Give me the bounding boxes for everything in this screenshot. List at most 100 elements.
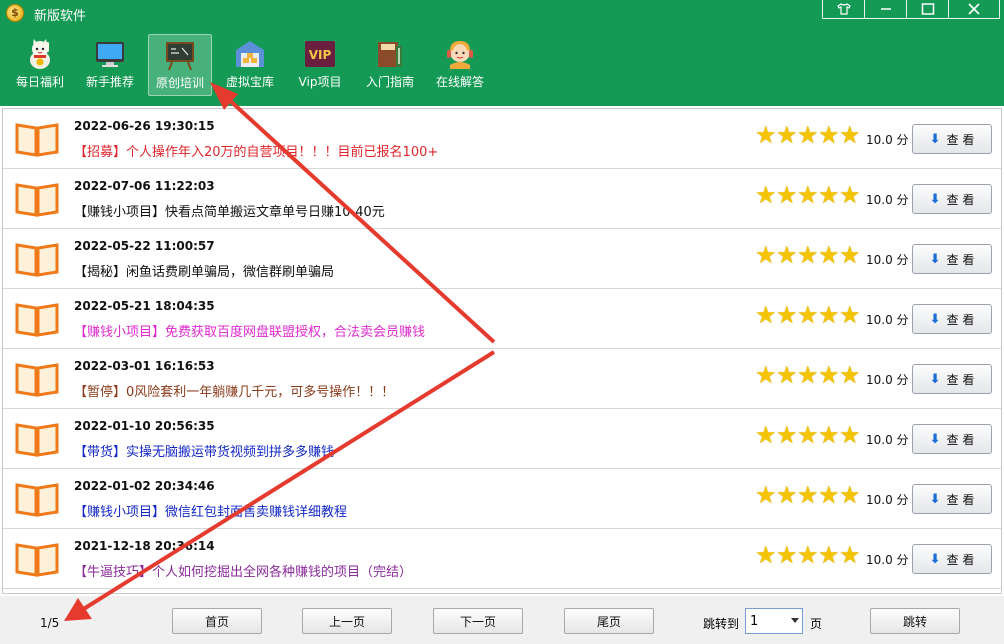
item-date: 2022-01-02 20:34:46 <box>74 479 215 493</box>
item-score: 10.0 分 <box>866 433 909 447</box>
view-button[interactable]: ⬇ 查 看 <box>912 244 992 274</box>
article-list: 2022-06-26 19:30:15 【招募】个人操作年入20万的自营项目！！！… <box>2 108 1002 594</box>
star-icon: ★ <box>797 421 819 449</box>
star-icon: ★ <box>797 361 819 389</box>
star-icon: ★ <box>797 241 819 269</box>
star-icon: ★ <box>755 541 777 569</box>
window-title: 新版软件 <box>34 9 87 24</box>
list-item: 2022-06-26 19:30:15 【招募】个人操作年入20万的自营项目！！！… <box>3 109 1001 169</box>
close-icon[interactable] <box>948 0 1000 19</box>
view-button[interactable]: ⬇ 查 看 <box>912 544 992 574</box>
view-button-label: 查 看 <box>946 252 975 267</box>
rating-stars: ★ ★ ★ ★ ★ <box>755 421 861 449</box>
nav-item-daily-welfare[interactable]: 每日福利 <box>8 34 72 96</box>
jump-button[interactable]: 跳转 <box>870 608 960 634</box>
svg-text:VIP: VIP <box>309 48 332 62</box>
nav-item-original-training[interactable]: 原创培训 <box>148 34 212 96</box>
star-icon: ★ <box>797 541 819 569</box>
open-book-icon <box>15 301 59 337</box>
view-button[interactable]: ⬇ 查 看 <box>912 364 992 394</box>
blackboard-icon <box>164 39 196 71</box>
list-item: 2021-12-18 20:36:14 【牛逼技巧】个人如何挖掘出全网各种赚钱的项… <box>3 529 1001 589</box>
star-icon: ★ <box>797 481 819 509</box>
star-icon: ★ <box>839 481 861 509</box>
view-button[interactable]: ⬇ 查 看 <box>912 424 992 454</box>
nav-item-newbie-recommend[interactable]: 新手推荐 <box>78 34 142 96</box>
first-page-button[interactable]: 首页 <box>172 608 262 634</box>
item-date: 2022-01-10 20:56:35 <box>74 419 215 433</box>
star-icon: ★ <box>839 361 861 389</box>
item-title[interactable]: 【赚钱小项目】快看点简单搬运文章单号日赚10-40元 <box>74 201 385 220</box>
item-title[interactable]: 【赚钱小项目】微信红包封面售卖赚钱详细教程 <box>74 501 347 520</box>
view-button-label: 查 看 <box>946 552 975 567</box>
page-select-value: 1 <box>750 613 759 629</box>
star-icon: ★ <box>839 241 861 269</box>
rating-stars: ★ ★ ★ ★ ★ <box>755 481 861 509</box>
star-icon: ★ <box>755 361 777 389</box>
warehouse-icon <box>234 38 266 70</box>
star-icon: ★ <box>776 541 798 569</box>
star-icon: ★ <box>797 181 819 209</box>
item-score: 10.0 分 <box>866 313 909 327</box>
item-score: 10.0 分 <box>866 373 909 387</box>
download-arrow-icon: ⬇ <box>929 311 941 327</box>
item-title[interactable]: 【揭秘】闲鱼话费刷单骗局，微信群刷单骗局 <box>74 261 334 280</box>
item-title[interactable]: 【牛逼技巧】个人如何挖掘出全网各种赚钱的项目（完结） <box>74 561 412 580</box>
star-icon: ★ <box>818 541 840 569</box>
star-icon: ★ <box>776 121 798 149</box>
nav-item-beginner-guide[interactable]: 入门指南 <box>358 34 422 96</box>
page-select[interactable]: 1 <box>745 608 803 634</box>
download-arrow-icon: ⬇ <box>929 551 941 567</box>
nav-item-virtual-treasury[interactable]: 虚拟宝库 <box>218 34 282 96</box>
star-icon: ★ <box>818 481 840 509</box>
view-button-label: 查 看 <box>946 192 975 207</box>
skin-icon[interactable] <box>822 0 865 19</box>
list-item: 2022-07-06 11:22:03 【赚钱小项目】快看点简单搬运文章单号日赚1… <box>3 169 1001 229</box>
item-score: 10.0 分 <box>866 553 909 567</box>
star-icon: ★ <box>839 181 861 209</box>
download-arrow-icon: ⬇ <box>929 251 941 267</box>
download-arrow-icon: ⬇ <box>929 131 941 147</box>
title-header: $ 新版软件 每日福利 新手推荐 原创培训 虚拟宝库 VIP Vip项目 入门指… <box>0 0 1004 106</box>
maximize-icon[interactable] <box>906 0 949 19</box>
open-book-icon <box>15 121 59 157</box>
star-icon: ★ <box>839 541 861 569</box>
view-button[interactable]: ⬇ 查 看 <box>912 304 992 334</box>
books-icon <box>374 38 406 70</box>
view-button[interactable]: ⬇ 查 看 <box>912 484 992 514</box>
star-icon: ★ <box>818 301 840 329</box>
star-icon: ★ <box>755 481 777 509</box>
view-button-label: 查 看 <box>946 492 975 507</box>
last-page-button[interactable]: 尾页 <box>564 608 654 634</box>
item-date: 2022-06-26 19:30:15 <box>74 119 215 133</box>
view-button[interactable]: ⬇ 查 看 <box>912 124 992 154</box>
nav-label: 在线解答 <box>435 75 484 89</box>
open-book-icon <box>15 541 59 577</box>
star-icon: ★ <box>839 421 861 449</box>
item-title[interactable]: 【招募】个人操作年入20万的自营项目！！！目前已报名100+ <box>74 141 438 160</box>
rating-stars: ★ ★ ★ ★ ★ <box>755 241 861 269</box>
item-title[interactable]: 【赚钱小项目】免费获取百度网盘联盟授权，合法卖会员赚钱 <box>74 321 425 340</box>
nav-item-vip-projects[interactable]: VIP Vip项目 <box>288 34 352 96</box>
view-button[interactable]: ⬇ 查 看 <box>912 184 992 214</box>
list-item: 2022-05-22 11:00:57 【揭秘】闲鱼话费刷单骗局，微信群刷单骗局 ★… <box>3 229 1001 289</box>
prev-page-button[interactable]: 上一页 <box>302 608 392 634</box>
rating-stars: ★ ★ ★ ★ ★ <box>755 121 861 149</box>
star-icon: ★ <box>755 181 777 209</box>
rating-stars: ★ ★ ★ ★ ★ <box>755 361 861 389</box>
item-title[interactable]: 【暂停】0风险套利一年躺赚几千元，可多号操作！！！ <box>74 381 394 400</box>
download-arrow-icon: ⬇ <box>929 491 941 507</box>
download-arrow-icon: ⬇ <box>929 191 941 207</box>
star-icon: ★ <box>755 121 777 149</box>
minimize-icon[interactable] <box>864 0 907 19</box>
star-icon: ★ <box>755 241 777 269</box>
list-item: 2022-05-21 18:04:35 【赚钱小项目】免费获取百度网盘联盟授权，合… <box>3 289 1001 349</box>
next-page-button[interactable]: 下一页 <box>433 608 523 634</box>
jump-to-label: 跳转到 <box>703 617 740 631</box>
item-title[interactable]: 【带货】实操无脑搬运带货视频到拼多多赚钱 <box>74 441 334 460</box>
nav-item-online-support[interactable]: 在线解答 <box>428 34 492 96</box>
monitor-icon <box>94 38 126 70</box>
item-date: 2021-12-18 20:36:14 <box>74 539 215 553</box>
star-icon: ★ <box>818 421 840 449</box>
list-item: 2022-01-02 20:34:46 【赚钱小项目】微信红包封面售卖赚钱详细教程… <box>3 469 1001 529</box>
